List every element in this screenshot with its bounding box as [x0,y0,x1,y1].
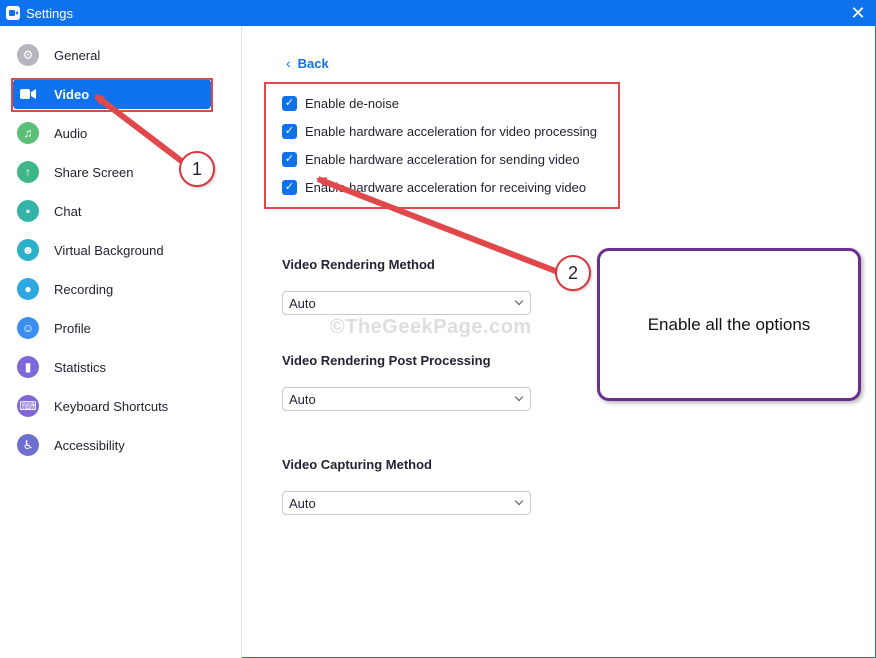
sidebar-item-label: Statistics [54,359,107,375]
post-processing-title: Video Rendering Post Processing [282,353,491,368]
chevron-down-icon [514,392,524,402]
video-camera-icon [17,83,39,105]
option-hw-accel-receiving: ✓ Enable hardware acceleration for recei… [282,177,586,197]
sidebar-item-label: Keyboard Shortcuts [54,398,169,414]
sidebar-item-virtual-background[interactable]: ☻ Virtual Background [13,235,211,265]
sidebar-item-recording[interactable]: ● Recording [13,274,211,304]
back-label: Back [297,55,329,71]
sidebar-item-keyboard-shortcuts[interactable]: ⌨ Keyboard Shortcuts [13,391,211,421]
sidebar-item-label: Audio [54,125,88,141]
profile-icon: ☺ [17,317,39,339]
hw-accel-receiving-checkbox[interactable]: ✓ [282,179,297,195]
chevron-left-icon: ‹ [286,55,291,71]
sidebar-item-label: Profile [54,320,91,336]
capturing-method-select[interactable]: Auto [282,491,531,515]
post-processing-select[interactable]: Auto [282,387,531,411]
select-value: Auto [289,391,316,407]
sidebar-item-label: Share Screen [54,164,134,180]
hw-accel-sending-checkbox[interactable]: ✓ [282,151,297,167]
settings-sidebar: ⚙ General Video ♫ Audio ↑ Share Screen ▪… [0,26,242,658]
rendering-method-title: Video Rendering Method [282,257,435,272]
close-button[interactable]: ✕ [848,3,868,23]
sidebar-item-label: General [54,47,101,63]
window-title: Settings [26,6,73,21]
option-enable-denoise: ✓ Enable de-noise [282,93,399,113]
sidebar-item-audio[interactable]: ♫ Audio [13,118,211,148]
zoom-app-icon [6,6,20,20]
option-label: Enable hardware acceleration for video p… [305,123,597,139]
step-badge-1: 1 [179,151,215,187]
sidebar-item-general[interactable]: ⚙ General [13,40,211,70]
headphones-icon: ♫ [17,122,39,144]
keyboard-icon: ⌨ [17,395,39,417]
sidebar-item-label: Virtual Background [54,242,164,258]
sidebar-item-accessibility[interactable]: ♿ Accessibility [13,430,211,460]
option-label: Enable de-noise [305,95,399,111]
sidebar-item-profile[interactable]: ☺ Profile [13,313,211,343]
watermark: ©TheGeekPage.com [330,316,532,338]
denoise-checkbox[interactable]: ✓ [282,95,297,111]
record-icon: ● [17,278,39,300]
option-hw-accel-processing: ✓ Enable hardware acceleration for video… [282,121,597,141]
share-screen-icon: ↑ [17,161,39,183]
instruction-callout: Enable all the options [597,248,861,401]
callout-text: Enable all the options [647,314,811,334]
person-background-icon: ☻ [17,239,39,261]
sidebar-item-video[interactable]: Video [13,79,211,109]
option-hw-accel-sending: ✓ Enable hardware acceleration for sendi… [282,149,580,169]
sidebar-item-label: Accessibility [54,437,125,453]
select-value: Auto [289,495,316,511]
select-value: Auto [289,295,316,311]
sidebar-item-chat[interactable]: ▪ Chat [13,196,211,226]
option-label: Enable hardware acceleration for receivi… [305,179,587,195]
capturing-method-title: Video Capturing Method [282,457,432,472]
option-label: Enable hardware acceleration for sending… [305,151,580,167]
rendering-method-select[interactable]: Auto [282,291,531,315]
gear-icon: ⚙ [17,44,39,66]
sidebar-item-label: Chat [54,203,82,219]
accessibility-icon: ♿ [17,434,39,456]
sidebar-item-statistics[interactable]: ▮ Statistics [13,352,211,382]
chevron-down-icon [514,296,524,306]
step-badge-2: 2 [555,255,591,291]
chat-bubble-icon: ▪ [17,200,39,222]
title-bar: Settings ✕ [0,0,876,26]
sidebar-item-label: Recording [54,281,114,297]
statistics-icon: ▮ [17,356,39,378]
back-link[interactable]: ‹ Back [286,55,329,71]
chevron-down-icon [514,496,524,506]
sidebar-item-label: Video [54,86,90,102]
hw-accel-processing-checkbox[interactable]: ✓ [282,123,297,139]
